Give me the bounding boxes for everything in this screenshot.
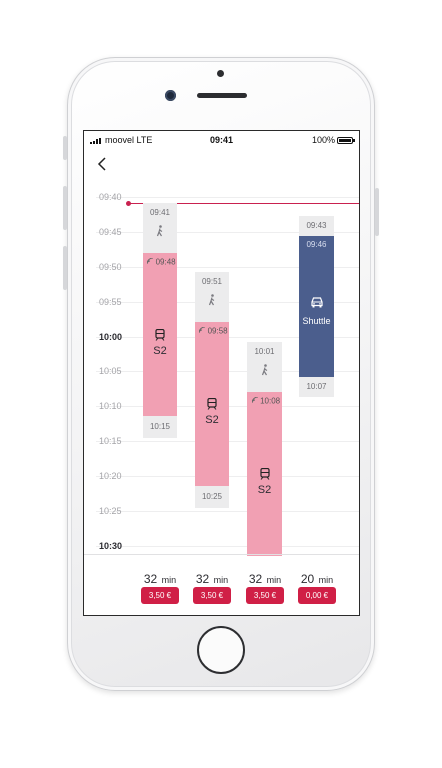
walk-start-time: 10:01	[254, 347, 275, 356]
power-button	[375, 188, 379, 236]
arrival-segment: 10:15	[143, 416, 177, 438]
back-icon	[97, 157, 106, 171]
train-icon	[155, 329, 165, 341]
train-segment[interactable]: 09:48 S2	[143, 253, 177, 416]
arrival-time: 10:25	[201, 492, 223, 501]
arrival-segment: 10:07	[299, 377, 334, 397]
shuttle-segment[interactable]: 09:46 Shuttle	[299, 236, 334, 377]
line-label: S2	[257, 484, 272, 496]
duration-label: 32 min	[136, 570, 184, 588]
walk-icon	[208, 294, 215, 306]
duration-unit: min	[213, 575, 229, 585]
price-button[interactable]: 3,50 €	[193, 587, 231, 604]
shuttle-icon	[310, 297, 323, 308]
time-label: 10:00	[99, 332, 123, 342]
grid-line	[96, 197, 359, 198]
volume-down-button	[63, 246, 67, 290]
time-label: 09:50	[99, 262, 122, 272]
walk-segment: 10:01	[247, 342, 282, 392]
duration-unit: min	[318, 575, 334, 585]
departure-time: 09:46	[306, 240, 327, 249]
time-label: 10:05	[99, 366, 122, 376]
duration-unit: min	[161, 575, 177, 585]
walk-start-time: 09:51	[201, 277, 223, 286]
mute-switch	[63, 136, 67, 160]
price-button[interactable]: 3,50 €	[141, 587, 179, 604]
duration-value: 20	[300, 572, 315, 586]
train-icon	[207, 398, 217, 410]
footer-divider	[84, 554, 359, 555]
line-label: S2	[153, 345, 167, 357]
duration-value: 32	[195, 572, 210, 586]
duration-value: 32	[248, 572, 263, 586]
price-button[interactable]: 3,50 €	[246, 587, 284, 604]
duration-value: 32	[143, 572, 158, 586]
duration-label: 32 min	[241, 570, 289, 588]
wait-segment: 09:43	[299, 216, 334, 236]
train-departure: 10:08	[250, 396, 282, 405]
time-label: 10:15	[99, 436, 122, 446]
grid-line	[96, 511, 359, 512]
front-camera	[165, 90, 176, 101]
time-label: 10:25	[99, 506, 122, 516]
live-icon	[146, 257, 154, 265]
earpiece-speaker	[197, 93, 247, 98]
live-icon	[198, 326, 206, 334]
train-departure: 09:58	[198, 326, 229, 335]
live-icon	[251, 396, 258, 404]
battery-percent: 100%	[311, 135, 335, 145]
price-button[interactable]: 0,00 €	[298, 587, 336, 604]
train-segment[interactable]: 09:58 S2	[195, 322, 229, 486]
train-icon	[259, 468, 270, 480]
departure-time: 09:58	[207, 326, 228, 336]
line-label: S2	[205, 414, 219, 426]
departure-time: 09:48	[155, 257, 176, 267]
arrival-time: 10:15	[149, 422, 171, 431]
duration-label: 32 min	[188, 570, 236, 588]
home-button[interactable]	[197, 626, 245, 674]
grid-line	[96, 546, 359, 547]
duration-unit: min	[266, 575, 282, 585]
walk-icon	[261, 364, 267, 376]
walk-segment: 09:51	[195, 272, 229, 322]
arrival-time: 10:07	[306, 382, 327, 391]
walk-segment: 09:41	[143, 203, 177, 253]
train-segment[interactable]: 10:08 S2	[247, 392, 282, 556]
time-label: 09:55	[99, 297, 122, 307]
status-bar: moovel LTE 09:41 100%	[84, 131, 359, 151]
battery-icon	[337, 137, 355, 144]
departure-time: 10:08	[260, 396, 281, 406]
back-button[interactable]	[94, 153, 114, 175]
time-label: 09:40	[99, 192, 122, 202]
line-label: Shuttle	[302, 316, 331, 326]
duration-label: 20 min	[293, 570, 341, 588]
proximity-sensor	[217, 70, 224, 77]
time-label: 10:20	[99, 471, 122, 481]
walk-icon	[156, 225, 163, 237]
time-label: 10:30	[99, 541, 123, 551]
walk-start-time: 09:43	[306, 221, 327, 230]
time-label: 09:45	[99, 227, 122, 237]
train-departure: 09:48	[146, 257, 177, 266]
volume-up-button	[63, 186, 67, 230]
walk-start-time: 09:41	[149, 208, 171, 217]
app-screen: moovel LTE 09:41 100% 09:40 09:45 09:50 …	[83, 130, 360, 616]
time-label: 10:10	[99, 401, 122, 411]
current-time-dot	[126, 201, 131, 206]
arrival-segment: 10:25	[195, 486, 229, 508]
